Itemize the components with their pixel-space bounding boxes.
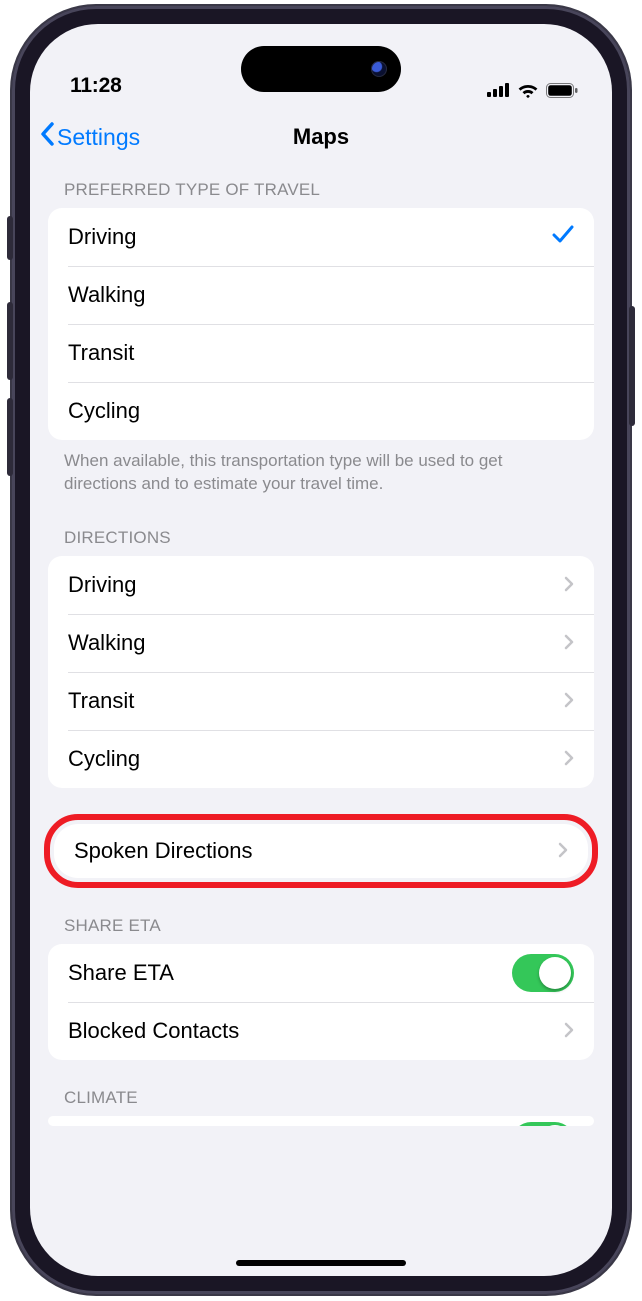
cellular-icon (487, 83, 510, 97)
directions-group: Driving Walking Transit Cycling (48, 556, 594, 788)
ringer-switch (7, 216, 13, 260)
row-label: Spoken Directions (74, 838, 558, 864)
spoken-directions[interactable]: Spoken Directions (54, 824, 588, 878)
chevron-right-icon (564, 746, 574, 772)
climate-group (48, 1116, 594, 1126)
directions-transit[interactable]: Transit (48, 672, 594, 730)
battery-icon (546, 83, 578, 98)
chevron-right-icon (558, 838, 568, 864)
preferred-driving[interactable]: Driving (48, 208, 594, 266)
preferred-cycling[interactable]: Cycling (48, 382, 594, 440)
preferred-transit[interactable]: Transit (48, 324, 594, 382)
toggle-switch[interactable] (512, 1122, 574, 1126)
screen: 11:28 Settings Maps (30, 24, 612, 1276)
share-eta-group: Share ETA Blocked Contacts (48, 944, 594, 1060)
volume-down-button (7, 398, 13, 476)
chevron-right-icon (564, 1018, 574, 1044)
row-label: Walking (68, 282, 574, 308)
volume-up-button (7, 302, 13, 380)
toggle-switch[interactable] (512, 954, 574, 992)
preferred-walking[interactable]: Walking (48, 266, 594, 324)
wifi-icon (517, 82, 539, 98)
chevron-right-icon (564, 572, 574, 598)
content: Preferred Type of Travel Driving Walking… (30, 164, 612, 1276)
row-label: Driving (68, 224, 552, 250)
row-label: Cycling (68, 746, 564, 772)
blocked-contacts[interactable]: Blocked Contacts (48, 1002, 594, 1060)
share-eta-toggle-row[interactable]: Share ETA (48, 944, 594, 1002)
row-label: Transit (68, 340, 574, 366)
row-label: Blocked Contacts (68, 1018, 564, 1044)
directions-cycling[interactable]: Cycling (48, 730, 594, 788)
chevron-right-icon (564, 688, 574, 714)
section-header-preferred: Preferred Type of Travel (30, 164, 612, 208)
row-label: Cycling (68, 398, 574, 424)
side-button (629, 306, 635, 426)
section-footer-preferred: When available, this transportation type… (30, 440, 612, 500)
section-header-climate: Climate (30, 1060, 612, 1116)
back-button[interactable]: Settings (40, 122, 140, 152)
dynamic-island (241, 46, 401, 92)
row-label: Transit (68, 688, 564, 714)
phone-frame: 11:28 Settings Maps (12, 6, 630, 1294)
checkmark-icon (552, 224, 574, 250)
chevron-right-icon (564, 630, 574, 656)
navigation-bar: Settings Maps (30, 110, 612, 164)
spoken-directions-group: Spoken Directions (54, 824, 588, 878)
chevron-left-icon (40, 122, 56, 152)
page-title: Maps (293, 124, 349, 150)
preferred-travel-group: Driving Walking Transit Cycling (48, 208, 594, 440)
row-label: Share ETA (68, 960, 512, 986)
section-header-directions: Directions (30, 500, 612, 556)
section-header-share-eta: Share ETA (30, 888, 612, 944)
row-label: Driving (68, 572, 564, 598)
highlight-annotation: Spoken Directions (44, 814, 598, 888)
directions-driving[interactable]: Driving (48, 556, 594, 614)
row-label: Walking (68, 630, 564, 656)
directions-walking[interactable]: Walking (48, 614, 594, 672)
back-label: Settings (57, 124, 140, 151)
home-indicator[interactable] (236, 1260, 406, 1266)
